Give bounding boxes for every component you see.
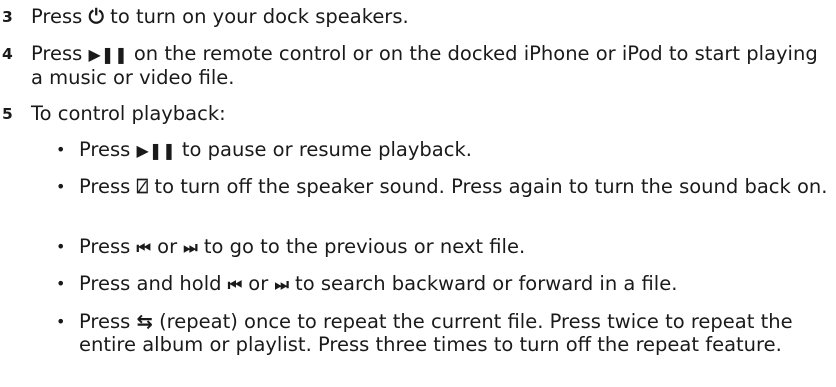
- step-number: 3: [2, 8, 13, 26]
- bullet-text: Press ⏮ or ⏭ to go to the previous or ne…: [79, 235, 526, 258]
- bullet-dot: •: [56, 140, 66, 159]
- step-number: 5: [2, 105, 13, 123]
- bullet-dot: •: [56, 274, 66, 293]
- bullet-text: Press and hold ⏮ or ⏭ to search backward…: [79, 272, 678, 295]
- next-icon: ⏭: [183, 238, 198, 257]
- step-text: To control playback:: [31, 102, 226, 125]
- play-pause-icon: ▶❚❚: [88, 45, 128, 64]
- bullet-text: Press ▶❚❚ to pause or resume playback.: [79, 138, 472, 161]
- bullet-dot: •: [56, 237, 66, 256]
- step-number: 4: [2, 45, 13, 63]
- repeat-icon: ⇆: [136, 310, 153, 333]
- next-icon: ⏭: [274, 275, 289, 294]
- bullet-dot: •: [56, 312, 66, 331]
- play-pause-icon: ▶❚❚: [136, 141, 176, 160]
- previous-icon: ⏮: [227, 275, 243, 294]
- bullet-text: Press ⇆ (repeat) once to repeat the curr…: [79, 310, 793, 356]
- step-text: Press ⏻ to turn on your dock speakers.: [31, 5, 409, 28]
- instruction-document: 3 Press ⏻ to turn on your dock speakers.…: [0, 0, 836, 387]
- bullet-text: Press ⍁ to turn off the speaker sound. P…: [79, 175, 828, 198]
- bullet-dot: •: [56, 177, 66, 196]
- step-text: Press ▶❚❚ on the remote control or on th…: [31, 42, 818, 89]
- power-icon: ⏻: [88, 5, 104, 28]
- previous-icon: ⏮: [136, 238, 151, 257]
- mute-icon: ⍁: [136, 175, 149, 198]
